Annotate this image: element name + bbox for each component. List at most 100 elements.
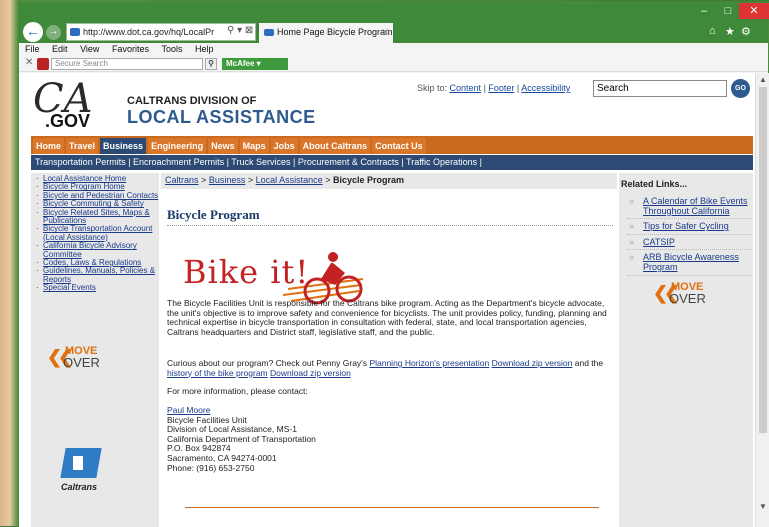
mcafee-button[interactable]: McAfee ▾ <box>222 58 288 70</box>
sidebar-link[interactable]: Bicycle Transportation Account (Local As… <box>35 225 159 242</box>
sidebar-link[interactable]: Bicycle Related Sites, Maps & Publicatio… <box>35 208 159 226</box>
nav-engineering[interactable]: Engineering <box>148 138 207 154</box>
secure-search-input[interactable]: Secure Search <box>51 58 203 70</box>
divider <box>185 507 599 508</box>
menu-bar: File Edit View Favorites Tools Help <box>19 43 768 56</box>
breadcrumb-sep: > <box>247 175 254 185</box>
site-search-input[interactable]: Search <box>593 80 727 97</box>
toolbar-close-icon[interactable]: ✕ <box>25 57 33 68</box>
scroll-thumb[interactable] <box>759 87 767 433</box>
left-sidebar: Local Assistance Home Bicycle Program Ho… <box>31 173 159 527</box>
related-link[interactable]: CATSIP <box>627 237 751 251</box>
favorites-star-icon[interactable]: ★ <box>725 25 735 38</box>
caltrans-logo-text: Caltrans <box>61 482 98 492</box>
menu-help[interactable]: Help <box>195 44 214 54</box>
skip-content-link[interactable]: Content <box>450 83 482 93</box>
title-bar: – □ ✕ <box>19 3 769 19</box>
tab-title: Home Page Bicycle Program <box>277 27 393 37</box>
sidebar-link[interactable]: California Bicycle Advisory Committee <box>35 241 159 259</box>
contact-line: Bicycle Facilities Unit <box>167 414 247 425</box>
nav-travel[interactable]: Travel <box>66 138 99 154</box>
web-page: CA .GOV CALTRANS DIVISION OF LOCAL ASSIS… <box>19 73 755 527</box>
p2-and: and the <box>574 358 604 368</box>
caltrans-logo[interactable]: Caltrans <box>60 448 102 502</box>
nav-news[interactable]: News <box>208 138 238 154</box>
download-zip-link[interactable]: Download zip version <box>492 358 573 368</box>
move-over-logo-right[interactable]: ❮❮ MOVE OVER <box>653 281 717 307</box>
breadcrumb-local-assistance[interactable]: Local Assistance <box>256 175 323 185</box>
browser-nav-bar: ← → http://www.dot.ca.gov/hq/LocalPr ⚲ ▾… <box>19 19 768 43</box>
tab-close-icon[interactable]: ✕ <box>381 23 389 41</box>
related-link[interactable]: A Calendar of Bike Events Throughout Cal… <box>627 196 751 220</box>
address-text: http://www.dot.ca.gov/hq/LocalPr <box>83 27 215 37</box>
subnav-encroachment-permits[interactable]: Encroachment Permits <box>133 157 224 167</box>
menu-view[interactable]: View <box>80 44 99 54</box>
main-content: Caltrans > Business > Local Assistance >… <box>161 173 617 527</box>
back-button[interactable]: ← <box>23 22 43 42</box>
contact-intro: For more information, please contact: <box>167 386 308 396</box>
mcafee-label: McAfee <box>226 59 255 68</box>
history-link[interactable]: history of the bike program <box>167 368 268 378</box>
maximize-icon[interactable]: □ <box>715 3 741 19</box>
subnav-truck-services[interactable]: Truck Services <box>231 157 290 167</box>
contact-name-link[interactable]: Paul Moore <box>167 405 210 415</box>
page-title: Bicycle Program <box>167 207 613 226</box>
subnav-traffic-operations[interactable]: Traffic Operations <box>406 157 477 167</box>
breadcrumb-business[interactable]: Business <box>209 175 246 185</box>
search-icon[interactable]: ⚲ <box>205 58 217 70</box>
main-nav: Home Travel Business Engineering News Maps Job… <box>31 136 753 154</box>
breadcrumb-caltrans[interactable]: Caltrans <box>165 175 199 185</box>
breadcrumb: Caltrans > Business > Local Assistance >… <box>161 173 617 189</box>
scroll-down-icon[interactable]: ▼ <box>759 502 767 511</box>
nav-about-caltrans[interactable]: About Caltrans <box>299 138 371 154</box>
right-sidebar: Related Links... A Calendar of Bike Even… <box>619 173 753 527</box>
menu-tools[interactable]: Tools <box>161 44 182 54</box>
minimize-icon[interactable]: – <box>691 3 717 19</box>
nav-business[interactable]: Business <box>100 138 147 154</box>
skip-label: Skip to: <box>417 83 448 93</box>
page-favicon-icon <box>70 28 80 36</box>
nav-maps[interactable]: Maps <box>239 138 269 154</box>
related-link[interactable]: ARB Bicycle Awareness Program <box>627 253 751 276</box>
skip-accessibility-link[interactable]: Accessibility <box>521 83 570 93</box>
menu-favorites[interactable]: Favorites <box>112 44 149 54</box>
forward-button[interactable]: → <box>46 25 61 40</box>
ca-gov-logo[interactable]: CA .GOV <box>31 79 105 131</box>
caltrans-mark-cutout <box>73 456 83 470</box>
download-zip-link-2[interactable]: Download zip version <box>270 368 351 378</box>
home-icon[interactable]: ⌂ <box>709 25 716 37</box>
skip-footer-link[interactable]: Footer <box>488 83 514 93</box>
contact-line: California Department of Transportation <box>167 433 316 444</box>
planning-horizon-link[interactable]: Planning Horizon's presentation <box>369 358 489 368</box>
over-text: OVER <box>669 291 706 306</box>
browser-tab[interactable]: Home Page Bicycle Program ✕ <box>259 23 393 43</box>
subnav-procurement[interactable]: Procurement & Contracts <box>298 157 399 167</box>
move-over-logo[interactable]: ❮❮ MOVE OVER <box>47 345 111 371</box>
contact-line: Phone: (916) 653-2750 <box>167 462 255 473</box>
skip-links: Skip to: Content | Footer | Accessibilit… <box>417 83 571 93</box>
browser-window: – □ ✕ ← → http://www.dot.ca.gov/hq/Local… <box>18 2 769 527</box>
close-icon[interactable]: ✕ <box>739 3 769 19</box>
sidebar-link[interactable]: Special Events <box>35 284 159 294</box>
contact-block: Paul Moore Bicycle Facilities Unit Divis… <box>167 405 316 473</box>
nav-jobs[interactable]: Jobs <box>270 138 298 154</box>
nav-home[interactable]: Home <box>33 138 65 154</box>
settings-gear-icon[interactable]: ⚙ <box>741 25 751 38</box>
breadcrumb-sep: > <box>325 175 331 185</box>
vertical-scrollbar[interactable]: ▲ ▼ <box>755 73 769 527</box>
go-button[interactable]: GO <box>731 79 750 98</box>
subnav-transportation-permits[interactable]: Transportation Permits <box>35 157 126 167</box>
sub-nav: Transportation Permits | Encroachment Pe… <box>31 155 753 170</box>
over-text: OVER <box>63 355 100 370</box>
menu-edit[interactable]: Edit <box>52 44 68 54</box>
nav-contact-us[interactable]: Contact Us <box>372 138 426 154</box>
sidebar-link[interactable]: Guidelines, Manuals, Policies & Reports <box>35 267 159 284</box>
breadcrumb-sep: > <box>201 175 207 185</box>
contact-line: Division of Local Assistance, MS-1 <box>167 424 297 435</box>
related-link[interactable]: Tips for Safer Cycling <box>627 221 751 235</box>
division-title-line2: LOCAL ASSISTANCE <box>127 107 316 127</box>
related-links-title: Related Links... <box>621 179 688 189</box>
breadcrumb-current: Bicycle Program <box>332 175 405 185</box>
scroll-up-icon[interactable]: ▲ <box>759 75 767 84</box>
menu-file[interactable]: File <box>25 44 40 54</box>
